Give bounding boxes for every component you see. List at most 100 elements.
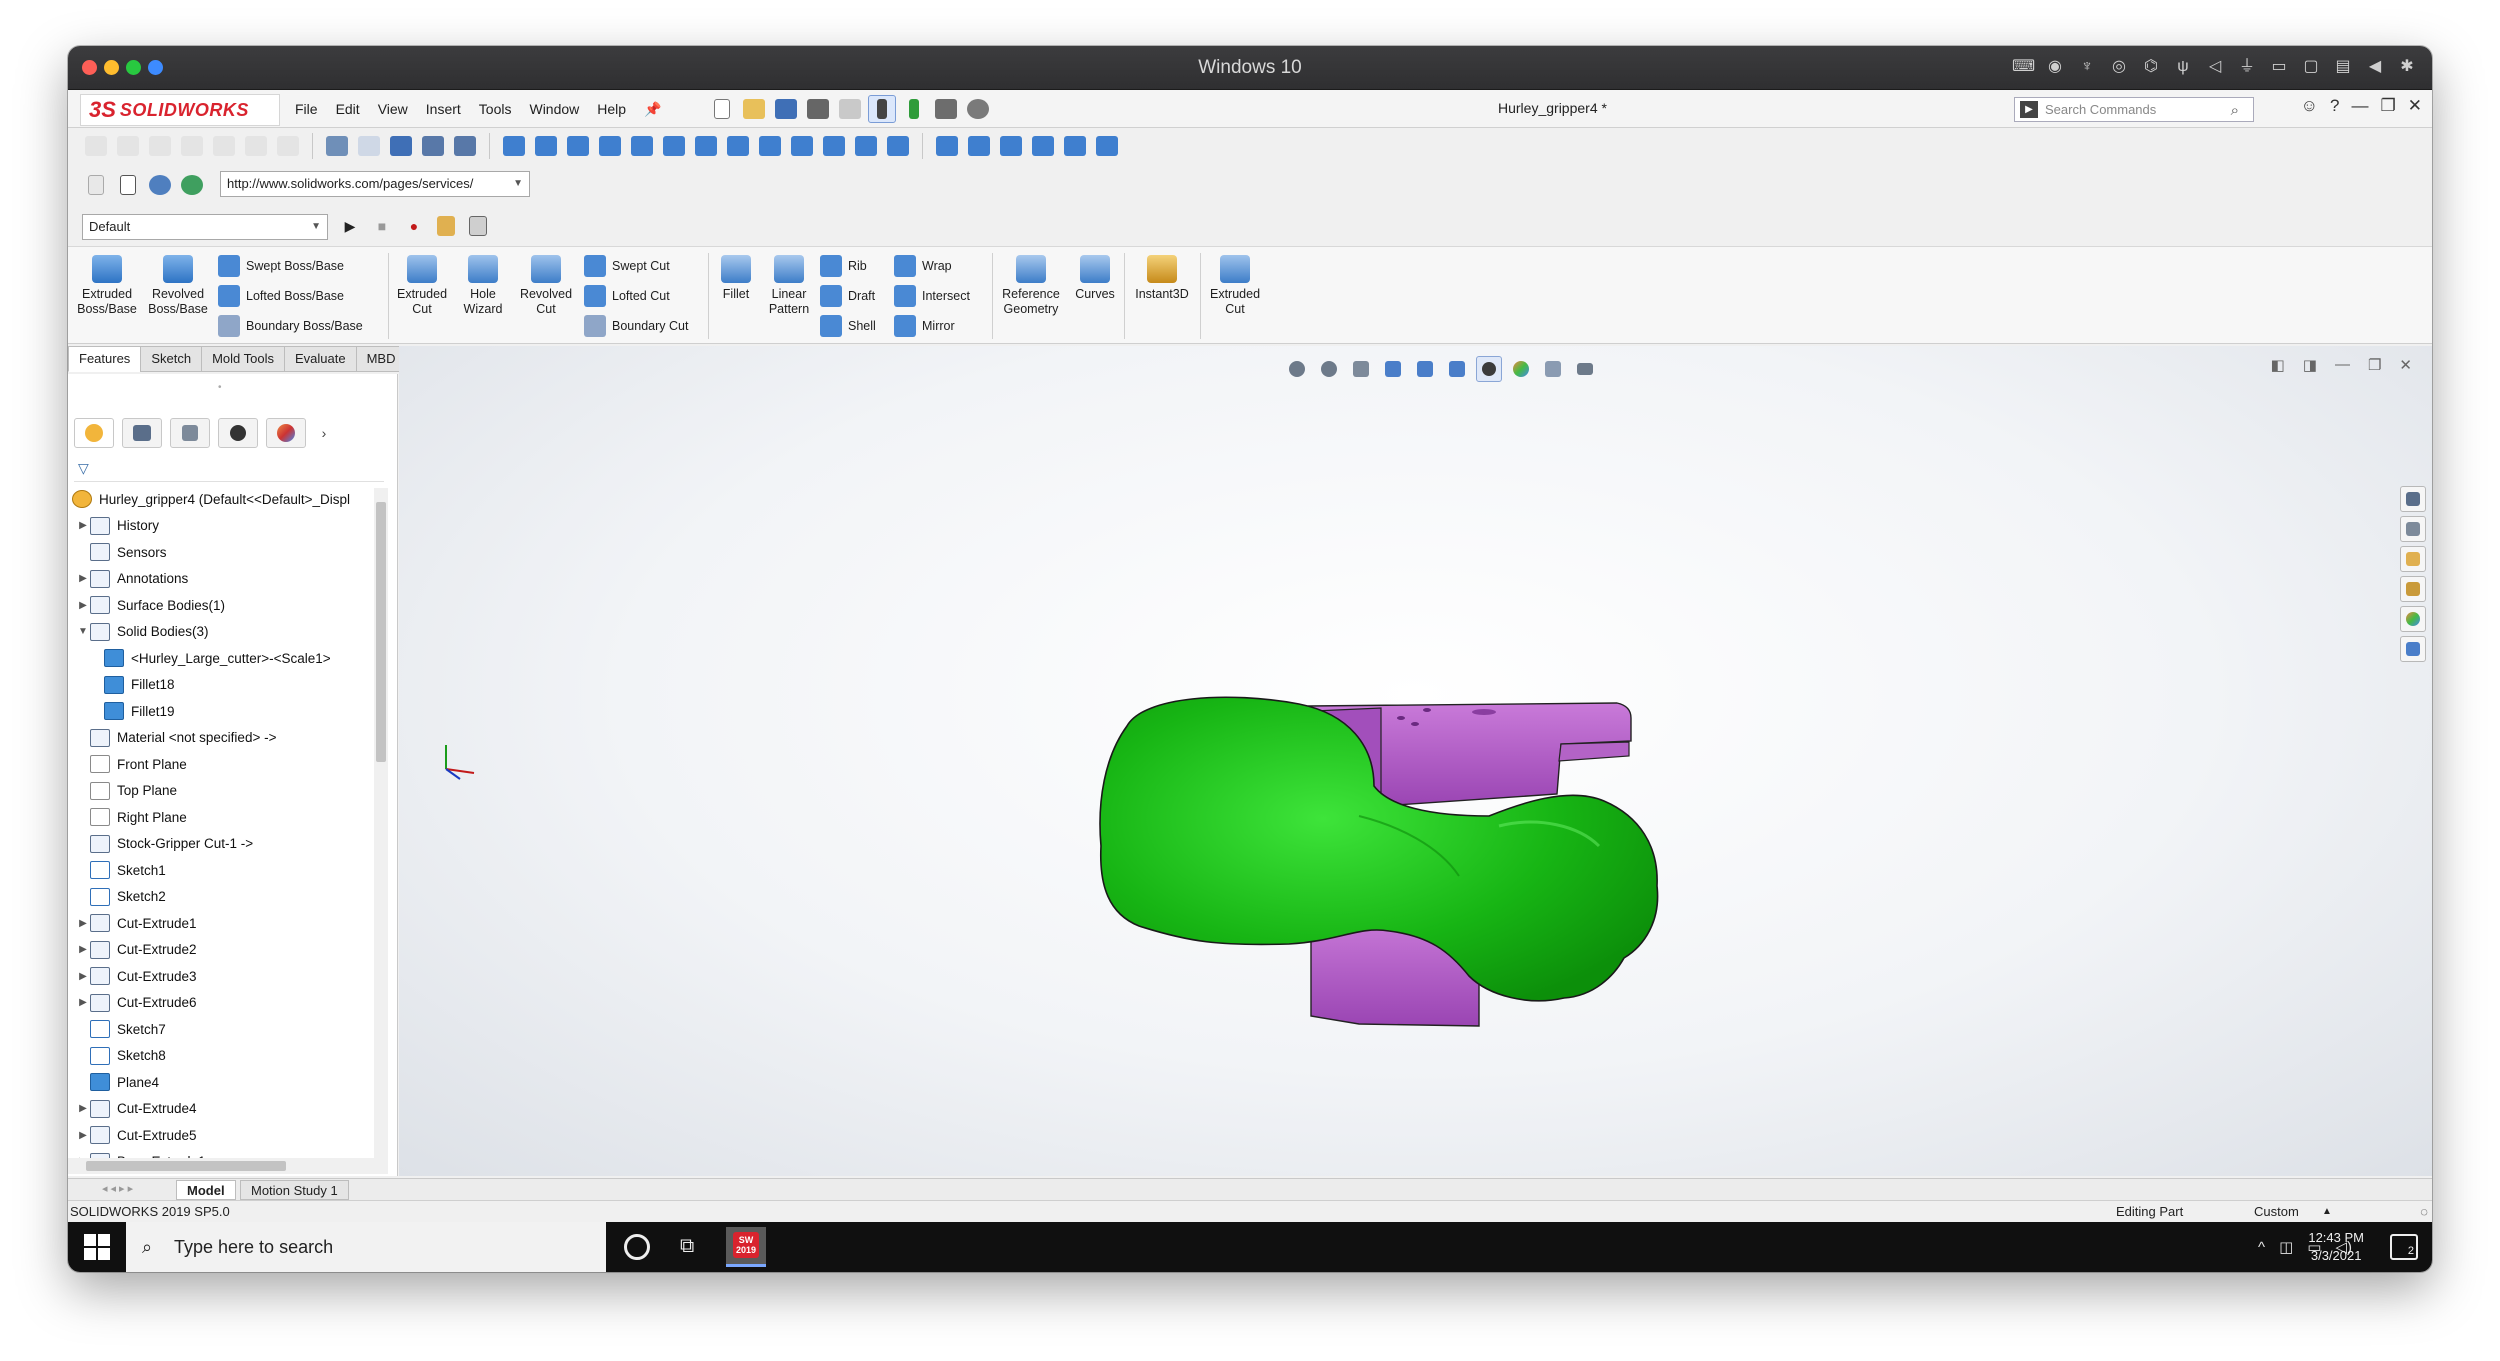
- network-icon[interactable]: ⌬: [2140, 54, 2162, 80]
- tree-item-stock-gripper-cut[interactable]: Stock-Gripper Cut-1 ->: [68, 831, 378, 858]
- swept-boss-button[interactable]: Swept Boss/Base: [218, 255, 344, 277]
- extruded-cut-button[interactable]: Extruded Cut: [394, 255, 450, 317]
- tab-model[interactable]: Model: [176, 1180, 236, 1200]
- model-canvas[interactable]: [399, 346, 2432, 1176]
- rib-feature-icon[interactable]: [756, 132, 784, 160]
- rib-button[interactable]: Rib: [820, 255, 867, 277]
- expand-arrow-icon[interactable]: ▶: [76, 997, 90, 1008]
- zoom-to-area-icon[interactable]: [1316, 356, 1342, 382]
- tree-item-cut-extrude2[interactable]: ▶ Cut-Extrude2: [68, 937, 378, 964]
- tab-features[interactable]: Features: [68, 346, 142, 372]
- edit-macro-icon[interactable]: [464, 212, 492, 240]
- apply-scene-icon[interactable]: [1540, 356, 1566, 382]
- scroll-thumb[interactable]: [376, 502, 386, 762]
- tree-horizontal-scrollbar[interactable]: [68, 1158, 388, 1174]
- tray-app-icon[interactable]: ◫: [2279, 1238, 2293, 1256]
- search-scope-icon[interactable]: ▶: [2020, 101, 2038, 118]
- instant3d-button[interactable]: Instant3D: [1130, 255, 1194, 302]
- tree-item-sketch2[interactable]: Sketch2: [68, 884, 378, 911]
- url-input[interactable]: http://www.solidworks.com/pages/services…: [220, 171, 530, 197]
- chevron-down-icon[interactable]: ▼: [311, 215, 321, 239]
- plane-icon[interactable]: [965, 132, 993, 160]
- camera-icon[interactable]: ◎: [2108, 54, 2130, 80]
- property-manager-tab-icon[interactable]: [122, 418, 162, 448]
- zoom-to-fit-icon[interactable]: [1284, 356, 1310, 382]
- tab-evaluate[interactable]: Evaluate: [283, 346, 357, 372]
- loft-feature-icon[interactable]: [596, 132, 624, 160]
- menu-insert[interactable]: Insert: [417, 101, 470, 117]
- home-icon[interactable]: [2400, 486, 2426, 512]
- tree-item-top-plane[interactable]: Top Plane: [68, 778, 378, 805]
- tree-item-fillet19[interactable]: Fillet19: [68, 698, 378, 725]
- swept-cut-button[interactable]: Swept Cut: [584, 255, 670, 277]
- cortana-icon[interactable]: [624, 1234, 650, 1260]
- record-macro-icon[interactable]: ●: [400, 212, 428, 240]
- section-view-icon[interactable]: [1380, 356, 1406, 382]
- web-page-icon[interactable]: [82, 171, 110, 199]
- record-icon[interactable]: ◉: [2044, 54, 2066, 80]
- tile-left-icon[interactable]: ◧: [2271, 356, 2285, 374]
- tree-item-history[interactable]: ▶ History: [68, 513, 378, 540]
- view-orientation-icon[interactable]: [1412, 356, 1438, 382]
- tree-item-sketch7[interactable]: Sketch7: [68, 1016, 378, 1043]
- taskbar-search-input[interactable]: ⌕ Type here to search: [126, 1222, 606, 1272]
- extruded-cut-2-button[interactable]: Extruded Cut: [1206, 255, 1264, 317]
- dome-icon[interactable]: [852, 132, 880, 160]
- lofted-cut-button[interactable]: Lofted Cut: [584, 285, 670, 307]
- extruded-cut-icon[interactable]: [660, 132, 688, 160]
- design-library-icon[interactable]: [2400, 516, 2426, 542]
- tile-right-icon[interactable]: ◨: [2303, 356, 2317, 374]
- mirror-button[interactable]: Mirror: [894, 315, 955, 337]
- reference-geometry-button[interactable]: Reference Geometry: [996, 255, 1066, 317]
- minimize-icon[interactable]: —: [2352, 96, 2369, 116]
- gear-icon[interactable]: ✱: [2396, 54, 2418, 80]
- shell-button[interactable]: Shell: [820, 315, 876, 337]
- expand-arrow-icon[interactable]: ▶: [76, 600, 90, 611]
- tree-item-fillet18[interactable]: Fillet18: [68, 672, 378, 699]
- mirror-feature-icon[interactable]: [933, 132, 961, 160]
- appearances-icon[interactable]: [2400, 606, 2426, 632]
- tree-item-cut-extrude5[interactable]: ▶ Cut-Extrude5: [68, 1122, 378, 1149]
- tree-item-large-cutter[interactable]: <Hurley_Large_cutter>-<Scale1>: [68, 645, 378, 672]
- tab-sketch[interactable]: Sketch: [140, 346, 203, 372]
- tray-chevron-icon[interactable]: ^: [2258, 1239, 2265, 1256]
- tree-item-sensors[interactable]: Sensors: [68, 539, 378, 566]
- boundary-cut-button[interactable]: Boundary Cut: [584, 315, 688, 337]
- graphics-viewport[interactable]: ◧ ◨ — ❐ ✕: [399, 346, 2432, 1176]
- expand-arrow-icon[interactable]: ▶: [76, 520, 90, 531]
- tab-scroll-arrows[interactable]: ◂◂▸▸: [102, 1182, 136, 1195]
- relation-icon[interactable]: [419, 132, 447, 160]
- rebuild-icon[interactable]: [900, 95, 928, 123]
- menu-view[interactable]: View: [369, 101, 417, 117]
- tree-item-material[interactable]: Material <not specified> ->: [68, 725, 378, 752]
- previous-view-icon[interactable]: [1348, 356, 1374, 382]
- tree-item-right-plane[interactable]: Right Plane: [68, 804, 378, 831]
- tree-item-annotations[interactable]: ▶ Annotations: [68, 566, 378, 593]
- curve-feature-icon[interactable]: [1061, 132, 1089, 160]
- chevron-down-icon[interactable]: ▼: [513, 172, 523, 196]
- user-icon[interactable]: ☺: [2301, 96, 2318, 116]
- tree-item-sketch1[interactable]: Sketch1: [68, 857, 378, 884]
- configuration-manager-tab-icon[interactable]: [170, 418, 210, 448]
- menu-edit[interactable]: Edit: [327, 101, 369, 117]
- fillet-feature-icon[interactable]: [692, 132, 720, 160]
- boss-icon[interactable]: [82, 132, 110, 160]
- select-filter-icon[interactable]: [323, 132, 351, 160]
- expand-arrow-icon[interactable]: ▶: [76, 1103, 90, 1114]
- splitter-handle[interactable]: •: [218, 382, 222, 393]
- microphone-icon[interactable]: ♆: [2076, 54, 2098, 80]
- status-bar-icon[interactable]: ◌: [2420, 1201, 2428, 1222]
- draft-feature-icon[interactable]: [820, 132, 848, 160]
- tree-filter[interactable]: ▽: [74, 458, 384, 482]
- thicken-icon[interactable]: [242, 132, 270, 160]
- menu-file[interactable]: File: [286, 101, 327, 117]
- back-icon[interactable]: ◀: [2364, 54, 2386, 80]
- windows-start-icon[interactable]: [84, 1234, 110, 1260]
- tree-item-cut-extrude3[interactable]: ▶ Cut-Extrude3: [68, 963, 378, 990]
- help-icon[interactable]: ?: [2330, 96, 2339, 116]
- open-icon[interactable]: [740, 95, 768, 123]
- menu-help[interactable]: Help: [588, 101, 635, 117]
- extruded-boss-button[interactable]: Extruded Boss/Base: [76, 255, 138, 317]
- shell-feature-icon[interactable]: [788, 132, 816, 160]
- filter-icon[interactable]: ▽: [78, 460, 89, 477]
